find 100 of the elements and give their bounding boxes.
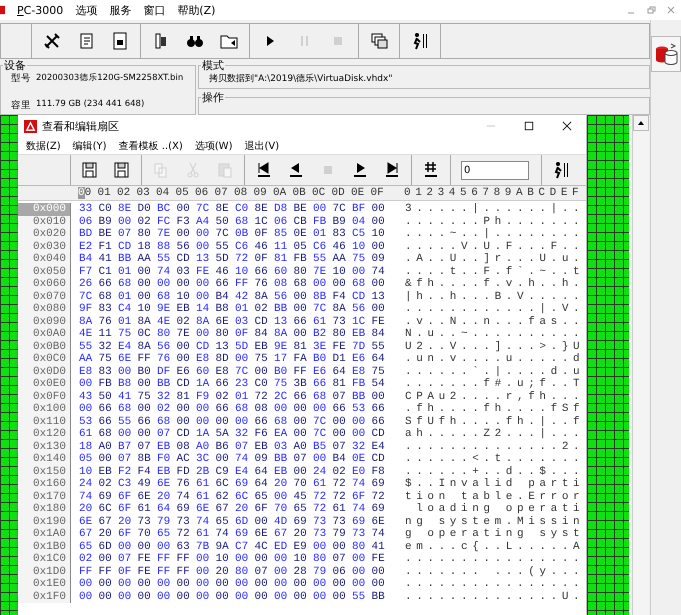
menu-item[interactable]: 服务 [103, 2, 138, 18]
ascii-cell: ..............U. [405, 590, 584, 603]
offset-cell[interactable]: 0x130 [18, 440, 71, 453]
offset-cell[interactable]: 0x1D0 [18, 566, 71, 578]
byte-cell-text: 0F [235, 328, 250, 340]
byte-cell-text: 4D [274, 516, 288, 528]
menu-item[interactable]: 选项 [69, 2, 104, 18]
offset-cell[interactable]: 0x190 [18, 516, 71, 528]
byte-cell-text: 81 [332, 378, 347, 390]
byte-cell-text: CD [372, 453, 386, 466]
byte-cell-text: 00 [79, 590, 94, 603]
offset-cell[interactable]: 0x070 [18, 290, 71, 303]
offset-cell[interactable]: 0x1E0 [18, 578, 71, 590]
offset-cell[interactable]: 0x080 [18, 303, 71, 316]
byte-cell-text: 66 [138, 416, 152, 428]
ascii-cell: tion table.Error [405, 490, 584, 503]
byte-cell-text: 72 [372, 490, 386, 503]
ascii-cell: ......`.|....d.u [405, 366, 584, 378]
byte-cell-text: 1A [196, 428, 210, 440]
menu-item[interactable]: 编辑(Y) [66, 138, 113, 152]
byte-cell-text: 00 [138, 266, 152, 278]
restore-icon[interactable] [646, 5, 656, 15]
offset-cell[interactable]: 0x0F0 [18, 390, 71, 403]
byte-cell-text: 75 [118, 328, 132, 340]
offset-cell[interactable]: 0x020 [18, 228, 71, 240]
byte-cell-text: 13 [196, 253, 210, 266]
byte-cell-text: 65 [294, 503, 308, 516]
byte-cell-text: FF [294, 366, 308, 378]
offset-cell[interactable]: 0x120 [18, 428, 71, 440]
field-label: 型号 [11, 72, 31, 85]
byte-cell-text: 01 [118, 316, 132, 328]
menu-item[interactable]: 退出(V) [238, 138, 286, 152]
offset-cell[interactable]: 0x140 [18, 453, 71, 466]
offset-cell[interactable]: 0x0A0 [18, 328, 71, 340]
offset-cell[interactable]: 0x090 [18, 316, 71, 328]
byte-cell-text: 28 [294, 566, 308, 578]
windows-icon[interactable] [369, 31, 389, 51]
offset-cell[interactable]: 0x110 [18, 416, 71, 428]
byte-cell-text: 80 [313, 553, 328, 566]
offset-cell[interactable]: 0x1A0 [18, 528, 71, 540]
offset-cell[interactable]: 0x100 [18, 403, 71, 416]
byte-cell-text: 66 [98, 403, 113, 416]
byte-cell-text: 00 [196, 590, 210, 603]
offset-cell[interactable]: 0x1B0 [18, 540, 71, 553]
close-icon[interactable] [562, 121, 572, 131]
menu-item[interactable]: 查看模板 ..(X) [112, 138, 189, 152]
byte-cell-text: EA [274, 428, 288, 440]
offset-cell[interactable]: 0x180 [18, 503, 71, 516]
offset-cell[interactable]: 0x1C0 [18, 553, 71, 566]
offset-cell[interactable]: 0x150 [18, 466, 71, 478]
byte-cell-text: 66 [294, 390, 308, 403]
byte-cell-text: 6E [157, 478, 172, 490]
offset-cell[interactable]: 0x0B0 [18, 340, 71, 353]
byte-cell-text: 07 [118, 553, 132, 566]
offset-cell[interactable]: 0x1F0 [18, 590, 71, 603]
byte-cell-text: 00 [118, 590, 132, 603]
offset-cell[interactable]: 0x0C0 [18, 353, 71, 366]
offset-cell[interactable]: 0x040 [18, 253, 71, 266]
maximize-icon[interactable] [524, 121, 534, 131]
byte-cell-text: B0 [313, 353, 328, 366]
scroll-up-icon[interactable] [633, 115, 649, 131]
byte-cell-text: 00 [372, 390, 386, 403]
database-button[interactable] [651, 36, 681, 72]
byte-cell-text: 76 [254, 278, 269, 290]
byte-cell-text: C3 [118, 478, 132, 490]
byte-cell-text: 00 [352, 578, 366, 590]
offset-cell[interactable]: 0x030 [18, 240, 71, 253]
scrollbar[interactable] [632, 115, 649, 615]
byte-cell-text: 13 [274, 316, 288, 328]
menu-item[interactable]: 数据(Z) [20, 138, 67, 152]
offset-cell[interactable]: 0x0D0 [18, 366, 71, 378]
offset-cell[interactable]: 0x0E0 [18, 378, 71, 390]
offset-cell[interactable]: 0x010 [18, 216, 71, 228]
byte-cell-text: 0E [352, 453, 366, 466]
byte-cell-text: 06 [79, 216, 94, 228]
byte-cell-text: 74 [176, 490, 191, 503]
sector-field[interactable]: 0 [461, 160, 529, 180]
byte-cell-text: 76 [98, 316, 113, 328]
menu-item[interactable]: 帮助(Z) [171, 2, 222, 18]
byte-cell-text: 69 [176, 503, 191, 516]
app-menu[interactable]: PC-3000 [11, 4, 70, 16]
byte-cell-text: FF [157, 553, 172, 566]
byte-cell-text: 00 [196, 228, 210, 240]
menu-item[interactable]: 选项(W) [188, 138, 238, 152]
byte-cell-text: 74 [196, 516, 210, 528]
byte-cell-text: 75 [98, 353, 113, 366]
byte-cell-text: 65 [216, 516, 230, 528]
offset-cell[interactable]: 0x170 [18, 490, 71, 503]
byte-cell-text: CD [176, 428, 191, 440]
menu-item[interactable]: 窗口 [137, 2, 172, 18]
offset-cell[interactable]: 0x050 [18, 266, 71, 278]
byte-cell-text: 10 [79, 466, 94, 478]
byte-cell-text: 81 [294, 340, 308, 353]
byte-cell-text: 66 [294, 316, 308, 328]
offset-cell[interactable]: 0x060 [18, 278, 71, 290]
byte-cell-text: 00 [157, 540, 172, 553]
tools-icon[interactable] [42, 31, 62, 51]
byte-cell-text: E2 [79, 240, 94, 253]
byte-cell-text: FF [157, 566, 172, 578]
offset-cell[interactable]: 0x160 [18, 478, 71, 490]
